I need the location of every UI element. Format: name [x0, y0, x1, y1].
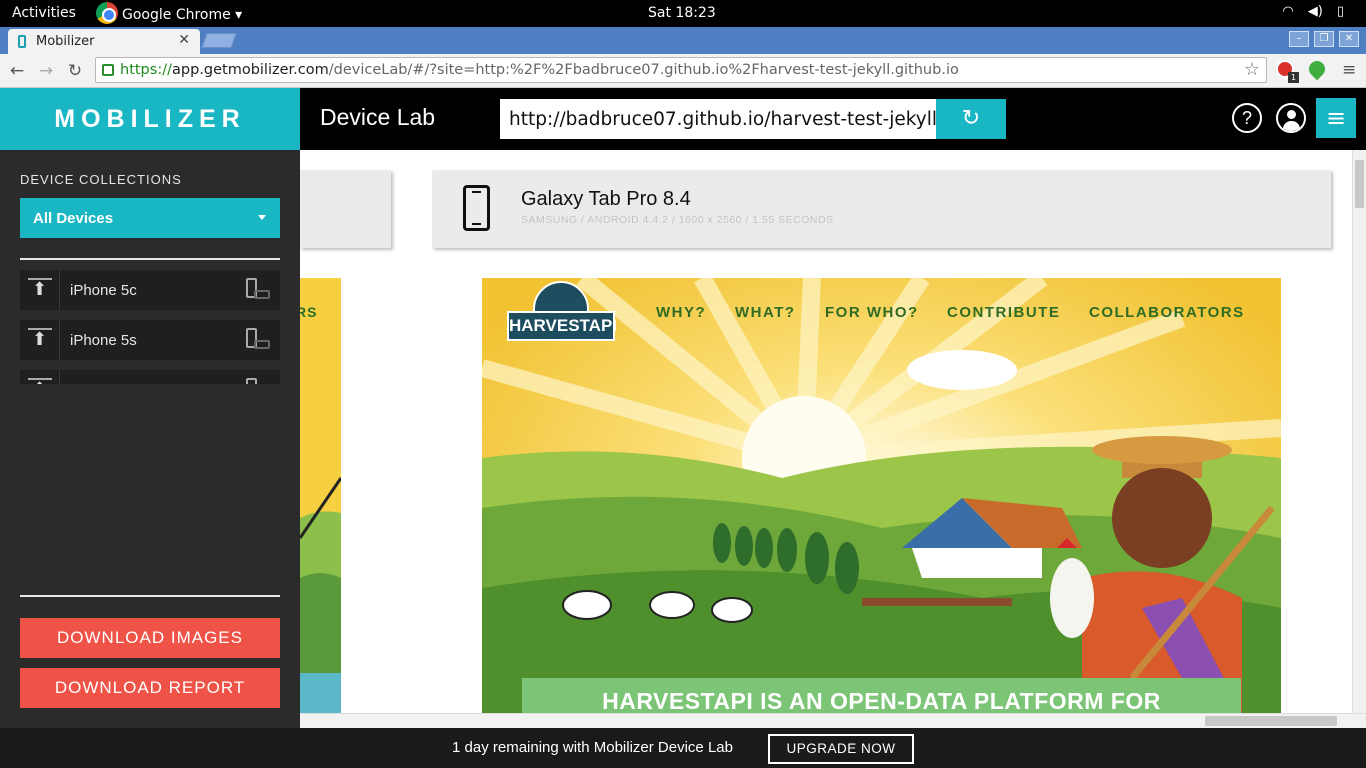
- volume-icon: ◀): [1307, 4, 1323, 19]
- device-card-meta: SAMSUNG / ANDROID 4.4.2 / 1600 x 2560 / …: [521, 214, 834, 226]
- help-icon: ?: [1241, 108, 1252, 128]
- system-status-area[interactable]: ◠ ◀) ▯: [1282, 4, 1344, 19]
- account-button[interactable]: [1276, 103, 1306, 133]
- collection-selected-value: All Devices: [33, 209, 114, 227]
- device-card[interactable]: Galaxy Tab Pro 8.4 SAMSUNG / ANDROID 4.4…: [432, 170, 1331, 248]
- preview-nav-why[interactable]: WHY?: [656, 304, 706, 321]
- extension-badge: 1: [1288, 72, 1299, 83]
- activities-button[interactable]: Activities: [12, 5, 76, 21]
- preview-nav-contribute[interactable]: CONTRIBUTE: [947, 304, 1060, 321]
- preview-nav-fragment: RS: [300, 304, 318, 320]
- download-report-button[interactable]: DOWNLOAD REPORT: [20, 668, 280, 708]
- app-menu[interactable]: Google Chrome ▾: [96, 2, 243, 24]
- app-menu-label: Google Chrome ▾: [122, 6, 243, 23]
- mobilizer-logo[interactable]: MOBILIZER: [0, 88, 300, 150]
- system-top-bar: Activities Google Chrome ▾ Sat 18:23 ◠ ◀…: [0, 0, 1366, 27]
- clock[interactable]: Sat 18:23: [648, 5, 716, 21]
- url-host: app.getmobilizer.com: [171, 62, 329, 78]
- url-path: /deviceLab/#/?site=http:%2F%2Fbadbruce07…: [328, 62, 959, 78]
- harvestapi-logo-text: HARVESTAPI: [507, 311, 617, 341]
- upload-arrow-icon[interactable]: ⬆: [20, 320, 60, 360]
- harvestapi-logo[interactable]: HARVESTAPI: [507, 281, 617, 345]
- phone-icon: [463, 185, 490, 231]
- upload-arrow-icon[interactable]: ⬆: [20, 270, 60, 310]
- maximize-button[interactable]: ❐: [1314, 31, 1334, 47]
- hamburger-icon: ≡: [1325, 104, 1347, 132]
- forward-icon[interactable]: →: [35, 60, 57, 82]
- minimize-button[interactable]: –: [1289, 31, 1309, 47]
- preview-banner: HARVESTAPI IS AN OPEN-DATA PLATFORM FOR: [522, 678, 1241, 713]
- preview-nav-what[interactable]: WHAT?: [735, 304, 796, 321]
- device-list[interactable]: ⬆ iPhone 5c ⬆ iPhone 5s ⬆: [20, 270, 280, 384]
- previous-device-preview[interactable]: RS: [300, 278, 341, 713]
- new-tab-button[interactable]: [201, 33, 237, 48]
- caret-down-icon: [258, 215, 266, 220]
- orientation-icon[interactable]: [246, 328, 270, 352]
- vertical-scrollbar[interactable]: [1352, 150, 1366, 714]
- preview-nav-for-who[interactable]: FOR WHO?: [825, 304, 919, 321]
- orientation-icon[interactable]: [246, 378, 270, 384]
- mobilizer-favicon-icon: [18, 35, 26, 48]
- device-list-item[interactable]: ⬆ iPhone 5c: [20, 270, 280, 310]
- preview-nav-collaborators[interactable]: COLLABORATORS: [1089, 304, 1245, 321]
- device-name: iPhone 5s: [70, 331, 137, 349]
- reload-icon[interactable]: ↻: [64, 60, 86, 82]
- divider: [20, 258, 280, 260]
- device-card-name: Galaxy Tab Pro 8.4: [521, 188, 691, 210]
- download-images-button[interactable]: DOWNLOAD IMAGES: [20, 618, 280, 658]
- url-scheme: https://: [120, 62, 172, 78]
- refresh-button[interactable]: ↻: [936, 99, 1006, 139]
- menu-button[interactable]: ≡: [1316, 98, 1356, 138]
- device-name: iPhone 5c: [70, 281, 137, 299]
- device-collections-heading: DEVICE COLLECTIONS: [20, 172, 182, 187]
- trial-message: 1 day remaining with Mobilizer Device La…: [452, 739, 733, 756]
- lock-icon: [102, 64, 114, 76]
- collection-select[interactable]: All Devices: [20, 198, 280, 238]
- user-icon: [1287, 110, 1296, 119]
- chrome-menu-icon[interactable]: ≡: [1342, 60, 1356, 80]
- evernote-extension-icon[interactable]: [1305, 57, 1329, 81]
- site-url-input[interactable]: [500, 99, 936, 139]
- device-list-item[interactable]: ⬆: [20, 370, 280, 384]
- back-icon[interactable]: ←: [6, 60, 28, 82]
- device-preview-frame[interactable]: HARVESTAPI WHY? WHAT? FOR WHO? CONTRIBUT…: [482, 278, 1281, 713]
- tab-close-icon[interactable]: ✕: [178, 32, 190, 48]
- orientation-icon[interactable]: [246, 278, 270, 302]
- divider: [20, 595, 280, 597]
- horizontal-scrollbar[interactable]: [300, 713, 1366, 728]
- tab-strip: Mobilizer ✕ – ❐ ✕: [0, 27, 1366, 54]
- device-list-item[interactable]: ⬆ iPhone 5s: [20, 320, 280, 360]
- address-bar[interactable]: https://app.getmobilizer.com/deviceLab/#…: [95, 57, 1267, 83]
- page-title: Device Lab: [320, 104, 436, 130]
- browser-tab[interactable]: Mobilizer ✕: [8, 29, 200, 54]
- wifi-icon: ◠: [1282, 4, 1294, 19]
- tab-title: Mobilizer: [36, 34, 95, 49]
- close-window-button[interactable]: ✕: [1339, 31, 1359, 47]
- refresh-icon: ↻: [961, 106, 981, 131]
- battery-icon: ▯: [1336, 4, 1344, 19]
- help-button[interactable]: ?: [1232, 103, 1262, 133]
- previous-device-card[interactable]: [300, 170, 391, 248]
- chrome-logo-icon: [96, 2, 118, 24]
- upload-arrow-icon[interactable]: ⬆: [20, 370, 60, 384]
- preview-illustration: [300, 278, 341, 713]
- upgrade-now-button[interactable]: UPGRADE NOW: [768, 734, 914, 764]
- bookmark-star-icon[interactable]: ☆: [1244, 59, 1260, 80]
